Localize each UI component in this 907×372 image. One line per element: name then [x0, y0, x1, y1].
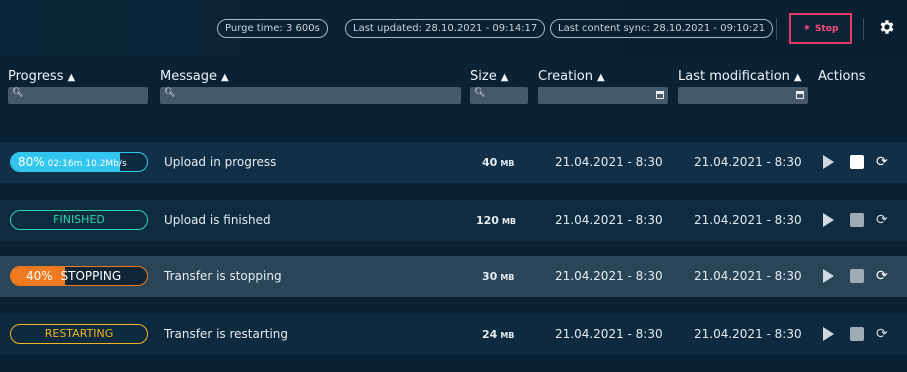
divider	[776, 18, 777, 40]
column-header-actions: Actions	[818, 69, 866, 84]
last-updated-badge: Last updated: 28.10.2021 - 09:14:17	[345, 19, 546, 38]
stop-square-icon[interactable]	[850, 269, 864, 283]
stop-square-icon[interactable]	[850, 327, 864, 341]
table-row[interactable]: 80% 02:16m 10.2Mb/s Upload in progress 40 M…	[0, 142, 907, 183]
creation-cell: 21.04.2021 - 8:30	[555, 213, 663, 227]
sort-icon[interactable]: ▲︎	[597, 72, 605, 83]
play-icon[interactable]	[823, 269, 834, 283]
stop-button[interactable]: ✶ Stop	[789, 13, 852, 44]
column-label: Actions	[818, 69, 866, 84]
restart-icon[interactable]: ⟳	[876, 327, 890, 341]
message-cell: Upload in progress	[164, 155, 277, 169]
restart-icon[interactable]: ⟳	[876, 213, 890, 227]
modified-cell: 21.04.2021 - 8:30	[694, 269, 802, 283]
calendar-icon[interactable]	[796, 91, 804, 99]
progress-filter-input[interactable]: 🔍︎	[8, 87, 148, 104]
size-unit: MB	[501, 217, 517, 226]
message-filter-input[interactable]: 🔍︎	[160, 87, 461, 104]
column-label: Size	[470, 69, 497, 84]
size-cell: 24 MB	[482, 314, 514, 355]
table-row[interactable]: FINISHED Upload is finished 120 MB 21.04.…	[0, 200, 907, 241]
play-icon[interactable]	[823, 155, 834, 169]
size-value: 120	[476, 214, 499, 227]
creation-cell: 21.04.2021 - 8:30	[555, 155, 663, 169]
transfer-table-body: 80% 02:16m 10.2Mb/s Upload in progress 40 M…	[0, 118, 907, 372]
purge-time-badge: Purge time: 3 600s	[217, 19, 328, 38]
last-sync-badge: Last content sync: 28.10.2021 - 09:10:21	[550, 19, 774, 38]
gear-icon[interactable]	[878, 18, 896, 36]
sort-icon[interactable]: ▲︎	[221, 72, 229, 83]
search-icon: 🔍︎	[12, 88, 24, 98]
size-cell: 30 MB	[482, 256, 514, 297]
progress-bar: 80% 02:16m 10.2Mb/s	[10, 152, 148, 172]
search-icon: 🔍︎	[164, 88, 176, 98]
message-cell: Transfer is restarting	[164, 327, 289, 341]
size-cell: 120 MB	[476, 200, 516, 241]
size-unit: MB	[500, 331, 515, 340]
progress-bar: 40% STOPPING	[10, 266, 148, 286]
column-header-progress[interactable]: Progress ▲︎	[8, 69, 75, 84]
calendar-icon[interactable]	[656, 91, 664, 99]
size-unit: MB	[500, 273, 515, 282]
restart-icon[interactable]: ⟳	[876, 269, 890, 283]
transfer-speed: 10.2Mb/s	[85, 159, 127, 169]
message-cell: Transfer is stopping	[164, 269, 282, 283]
message-cell: Upload is finished	[164, 213, 271, 227]
size-unit: MB	[500, 159, 515, 168]
column-label: Message	[160, 69, 217, 84]
table-header: Progress ▲︎ 🔍︎ Message ▲︎ 🔍︎ Size ▲︎ 🔍︎ Cre…	[0, 58, 907, 118]
restart-icon[interactable]: ⟳	[876, 155, 890, 169]
status-badge: RESTARTING	[10, 324, 148, 344]
creation-date-filter[interactable]	[538, 87, 668, 104]
size-value: 24	[482, 328, 498, 341]
status-badge: FINISHED	[10, 210, 148, 230]
stop-square-icon[interactable]	[850, 213, 864, 227]
size-cell: 40 MB	[482, 142, 514, 183]
column-label: Progress	[8, 69, 64, 84]
sort-icon[interactable]: ▲︎	[501, 72, 509, 83]
modified-cell: 21.04.2021 - 8:30	[694, 213, 802, 227]
modification-date-filter[interactable]	[678, 87, 808, 104]
divider	[863, 18, 864, 40]
status-bar: Purge time: 3 600s Last updated: 28.10.2…	[0, 0, 907, 58]
stop-square-icon[interactable]	[850, 155, 864, 169]
play-icon[interactable]	[823, 213, 834, 227]
modified-cell: 21.04.2021 - 8:30	[694, 155, 802, 169]
column-header-last-modification[interactable]: Last modification ▲︎	[678, 69, 802, 84]
time-left: 02:16m	[47, 159, 83, 169]
creation-cell: 21.04.2021 - 8:30	[555, 327, 663, 341]
column-header-creation[interactable]: Creation ▲︎	[538, 69, 605, 84]
creation-cell: 21.04.2021 - 8:30	[555, 269, 663, 283]
column-label: Last modification	[678, 69, 790, 84]
progress-percent: 40%	[26, 269, 53, 283]
table-row[interactable]: 40% STOPPING Transfer is stopping 30 MB 2…	[0, 256, 907, 297]
search-icon: 🔍︎	[474, 88, 486, 98]
sort-icon[interactable]: ▲︎	[67, 72, 75, 83]
modified-cell: 21.04.2021 - 8:30	[694, 327, 802, 341]
column-header-size[interactable]: Size ▲︎	[470, 69, 508, 84]
size-filter-input[interactable]: 🔍︎	[470, 87, 528, 104]
stop-icon: ✶	[802, 23, 811, 34]
play-icon[interactable]	[823, 327, 834, 341]
table-row[interactable]: RESTARTING Transfer is restarting 24 MB 2…	[0, 314, 907, 355]
column-header-message[interactable]: Message ▲︎	[160, 69, 229, 84]
stop-button-label: Stop	[814, 23, 839, 34]
size-value: 40	[482, 156, 498, 169]
sort-icon[interactable]: ▲︎	[794, 72, 802, 83]
status-label: STOPPING	[60, 269, 122, 283]
size-value: 30	[482, 270, 498, 283]
progress-percent: 80%	[18, 155, 45, 169]
column-label: Creation	[538, 69, 594, 84]
